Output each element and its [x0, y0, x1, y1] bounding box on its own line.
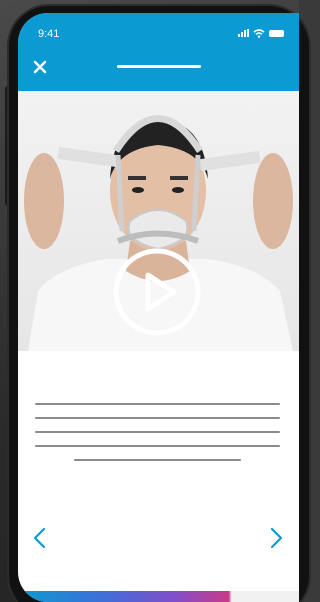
play-button[interactable]: [112, 247, 202, 337]
battery-icon: [269, 29, 284, 37]
play-icon: [113, 248, 201, 336]
signal-icon: [238, 29, 249, 37]
phone-screen: 9:41: [18, 13, 299, 602]
text-line: [74, 459, 241, 461]
text-line: [35, 417, 280, 419]
chevron-left-icon: [33, 527, 46, 549]
header: 9:41: [18, 13, 299, 91]
stage-background: 9:41: [0, 0, 309, 602]
text-line: [35, 403, 280, 405]
next-button[interactable]: [264, 523, 288, 553]
close-button[interactable]: [30, 57, 50, 77]
close-icon: [33, 60, 47, 74]
video-player[interactable]: [18, 91, 299, 351]
title-placeholder-bar: [117, 65, 201, 68]
text-line: [35, 445, 280, 447]
status-icons: [238, 28, 284, 38]
progress-bar: [18, 591, 299, 602]
wifi-icon: [253, 28, 265, 38]
status-time: 9:41: [38, 28, 60, 40]
text-line: [35, 431, 280, 433]
chevron-right-icon: [270, 527, 283, 549]
previous-button[interactable]: [28, 523, 52, 553]
